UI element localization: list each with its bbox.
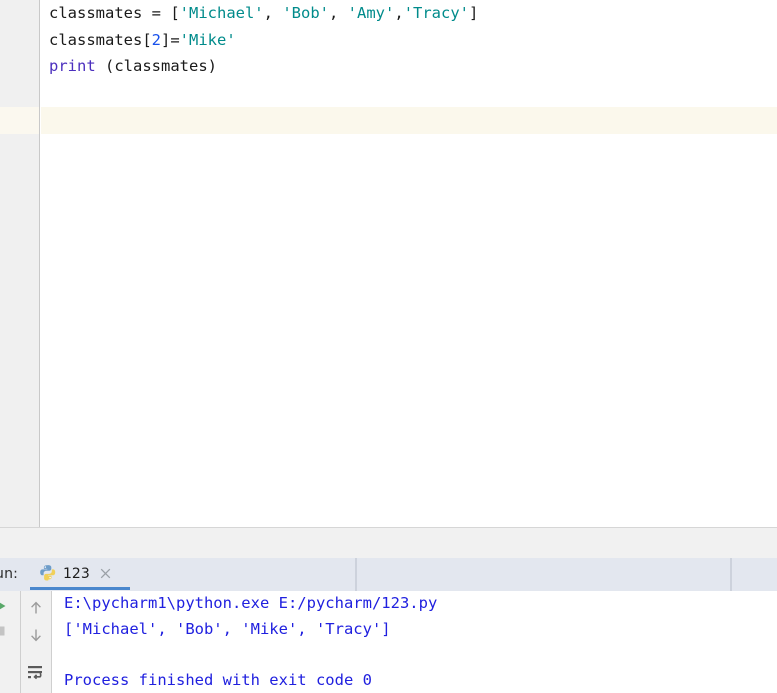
gutter-caret-highlight — [0, 107, 39, 134]
code-token: ]= — [161, 30, 180, 49]
editor-gutter[interactable] — [0, 0, 40, 527]
code-token: , — [329, 4, 348, 22]
pycharm-window: classmates = ['Michael', 'Bob', 'Amy','T… — [0, 0, 777, 693]
code-token: , — [394, 4, 404, 22]
console-line: Process finished with exit code 0 — [64, 670, 372, 689]
tab-bar-middle-segment — [356, 558, 731, 591]
console-line: ['Michael', 'Bob', 'Mike', 'Tracy'] — [64, 619, 391, 638]
arrow-down-icon[interactable] — [27, 626, 45, 648]
run-tool-window-label: un: — [0, 566, 19, 582]
console-output[interactable]: E:\pycharm1\python.exe E:/pycharm/123.py… — [52, 591, 777, 693]
code-editor[interactable]: classmates = ['Michael', 'Bob', 'Amy','T… — [0, 0, 777, 527]
code-token: 'Amy' — [347, 4, 395, 22]
code-line: classmates[2]='Mike' — [49, 27, 777, 54]
code-token: 'Michael' — [179, 4, 264, 22]
code-token: 'Tracy' — [403, 4, 470, 22]
console-line: E:\pycharm1\python.exe E:/pycharm/123.py — [64, 594, 438, 612]
code-line: classmates = ['Michael', 'Bob', 'Amy','T… — [49, 0, 777, 27]
code-token: classmates = [ — [49, 4, 180, 22]
console-text: E:\pycharm1\python.exe E:/pycharm/123.py… — [64, 591, 437, 693]
run-tab-label: 123 — [63, 566, 90, 582]
arrow-up-icon[interactable] — [27, 599, 45, 621]
code-token: print — [49, 57, 96, 75]
more-icon[interactable] — [0, 659, 5, 687]
caret-line-highlight — [41, 107, 777, 134]
code-token: 'Mike' — [179, 30, 236, 49]
run-icon[interactable] — [0, 598, 8, 617]
close-icon[interactable] — [98, 566, 113, 581]
tab-bar-right-segment — [731, 558, 777, 591]
code-token: classmates[ — [49, 30, 152, 49]
code-token: 2 — [151, 30, 161, 49]
code-line: print (classmates) — [49, 53, 777, 80]
active-tab-underline — [30, 587, 130, 590]
editor-toolwindow-splitter[interactable] — [0, 527, 777, 558]
code-token: , — [263, 4, 283, 22]
run-tool-window: un: 123 — [0, 558, 777, 693]
code-text[interactable]: classmates = ['Michael', 'Bob', 'Amy','T… — [49, 0, 777, 80]
code-token: ] — [469, 4, 479, 22]
run-actions-toolbar — [0, 591, 21, 693]
code-token: 'Bob' — [282, 4, 329, 22]
console-navigation-toolbar — [21, 591, 52, 693]
stop-icon[interactable] — [0, 623, 7, 642]
code-token: (classmates) — [95, 57, 217, 75]
python-icon — [39, 564, 56, 581]
soft-wrap-icon[interactable] — [26, 663, 46, 687]
run-tab-bar: un: 123 — [0, 558, 777, 591]
